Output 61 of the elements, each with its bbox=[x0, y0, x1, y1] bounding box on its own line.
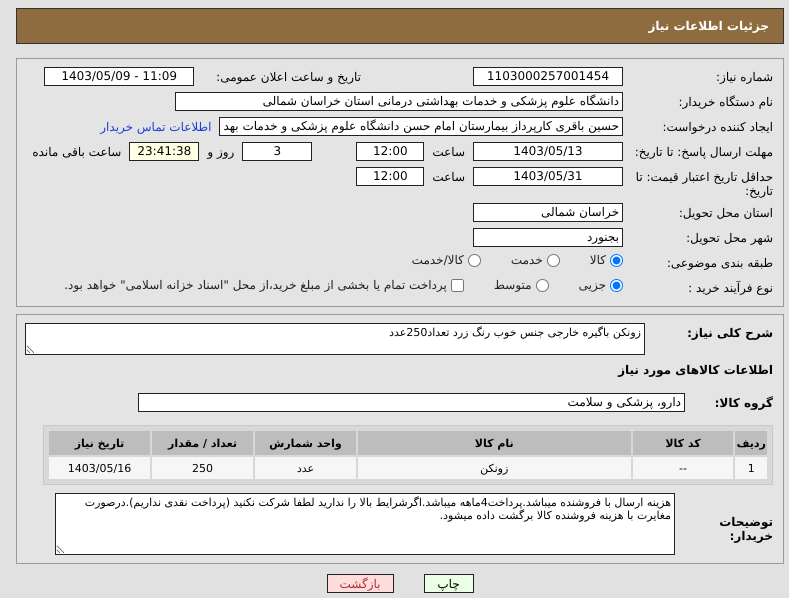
buyer-org-field[interactable]: دانشگاه علوم پزشکی و خدمات بهداشتی درمانی استان خراسان شمالی bbox=[175, 92, 623, 111]
field-label: شرح کلی نیاز: bbox=[686, 325, 773, 340]
table-cell: عدد bbox=[254, 457, 356, 479]
field-label: شماره نیاز: bbox=[715, 69, 773, 84]
field-label: ایجاد کننده درخواست: bbox=[661, 119, 773, 134]
radio-button[interactable] bbox=[610, 254, 623, 266]
field-label: ساعت bbox=[432, 144, 465, 159]
category-option[interactable]: کالا/خدمت bbox=[412, 253, 481, 267]
deadline-date-field[interactable]: 1403/05/13 bbox=[473, 142, 623, 161]
announce-date-field[interactable]: 1403/05/09 - 11:09 bbox=[44, 67, 194, 86]
buyer-notes-field[interactable]: هزینه ارسال با فروشنده میباشد.پرداخت4ماهه میباشد.اگرشرایط بالا را ندارید لطفا شرکت نکنید (پرداخت نقدی نداریم).درصورت مغایرت با هزینه فروشنده کالا برگشت داده میشود. bbox=[55, 493, 675, 555]
process-option[interactable]: جزیی bbox=[578, 278, 623, 292]
field-label: ساعت bbox=[432, 169, 465, 184]
validity-time-field[interactable]: 12:00 bbox=[356, 167, 424, 186]
table-cell: 1 bbox=[735, 457, 767, 479]
payment-option[interactable]: پرداخت تمام یا بخشی از مبلغ خرید،از محل "اسناد خزانه اسلامی" خواهد بود. bbox=[64, 278, 464, 292]
field-label: استان محل تحویل: bbox=[678, 205, 773, 220]
section-heading: اطلاعات کالاهای مورد نیاز bbox=[616, 363, 773, 377]
back-button[interactable]: بازگشت bbox=[326, 574, 394, 593]
field-label: نوع فرآیند خرید : bbox=[687, 280, 773, 295]
radio-button[interactable] bbox=[536, 278, 549, 292]
column-header: نام کالا bbox=[358, 431, 631, 455]
field-label: مهلت ارسال پاسخ: تا تاریخ: bbox=[634, 144, 773, 159]
days-field[interactable]: 3 bbox=[242, 142, 312, 161]
field-label: طبقه بندی موضوعی: bbox=[666, 255, 773, 270]
field-label: تاریخ و ساعت اعلان عمومی: bbox=[216, 69, 361, 84]
field-label: گروه کالا: bbox=[714, 395, 773, 410]
need-number-field[interactable]: 1103000257001454 bbox=[473, 67, 623, 86]
column-header: کد کالا bbox=[632, 431, 734, 455]
radio-button[interactable] bbox=[546, 254, 560, 266]
table-cell: 1403/05/16 bbox=[49, 457, 150, 479]
column-header: تاریخ نیاز bbox=[49, 431, 150, 455]
field-label: حداقل تاریخ اعتبار قیمت: تا تاریخ: bbox=[634, 169, 773, 198]
radio-button[interactable] bbox=[610, 278, 623, 292]
field-label: توضیحات خریدار: bbox=[718, 514, 773, 543]
radio-button[interactable] bbox=[468, 254, 481, 266]
print-button[interactable]: چاپ bbox=[424, 574, 474, 593]
requester-field[interactable]: حسین باقری کارپرداز بیمارستان امام حسن دانشگاه علوم پزشکی و خدمات بهد bbox=[219, 117, 623, 136]
field-label: نام دستگاه خریدار: bbox=[678, 94, 773, 109]
deadline-time-field[interactable]: 12:00 bbox=[356, 142, 424, 161]
checkbox[interactable] bbox=[450, 278, 464, 292]
validity-date-field[interactable]: 1403/05/31 bbox=[473, 167, 623, 186]
page-title: جزئیات اطلاعات نیاز bbox=[16, 8, 784, 44]
column-header: واحد شمارش bbox=[254, 431, 356, 455]
goods-group-field[interactable]: دارو، پزشکی و سلامت bbox=[138, 393, 685, 412]
table-cell: -- bbox=[632, 457, 734, 479]
field-label: روز و bbox=[207, 144, 234, 159]
process-option[interactable]: متوسط bbox=[494, 278, 549, 292]
table-cell: 250 bbox=[152, 457, 253, 479]
summary-field[interactable]: زونکن باگیره خارجی جنس خوب رنگ زرد تعداد250عدد bbox=[25, 323, 645, 355]
category-option[interactable]: کالا bbox=[590, 253, 623, 267]
field-label: ساعت باقی مانده bbox=[32, 144, 122, 159]
column-header: تعداد / مقدار bbox=[152, 431, 253, 455]
table-cell: زونکن bbox=[358, 457, 631, 479]
column-header: ردیف bbox=[735, 431, 767, 455]
category-option[interactable]: خدمت bbox=[510, 253, 560, 267]
city-field[interactable]: بجنورد bbox=[473, 228, 623, 247]
province-field[interactable]: خراسان شمالی bbox=[473, 203, 623, 222]
field-label: شهر محل تحویل: bbox=[685, 230, 773, 245]
remaining-time-field[interactable]: 23:41:38 bbox=[129, 142, 200, 161]
buyer-contact-link[interactable]: اطلاعات تماس خریدار bbox=[100, 117, 212, 134]
